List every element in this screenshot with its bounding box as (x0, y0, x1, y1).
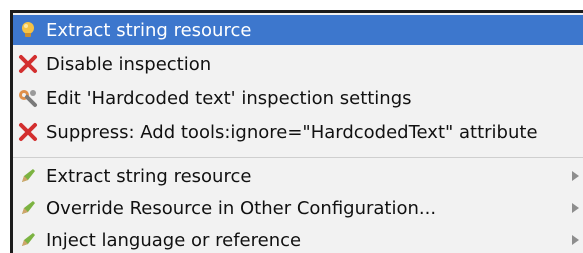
menu-item-suppress-tools-ignore[interactable]: Suppress: Add tools:ignore="HardcodedTex… (13, 117, 583, 147)
pencil-icon (18, 230, 38, 250)
menu-item-label: Extract string resource (46, 19, 252, 41)
menu-item-label: Inject language or reference (46, 229, 302, 251)
context-menu: Extract string resource Disable inspecti… (10, 10, 583, 253)
submenu-arrow-icon (572, 235, 579, 245)
menu-item-label: Disable inspection (46, 53, 212, 75)
menu-item-extract-string-resource-submenu[interactable]: Extract string resource (13, 161, 583, 191)
menu-item-edit-inspection-settings[interactable]: Edit 'Hardcoded text' inspection setting… (13, 83, 583, 113)
submenu-arrow-icon (572, 203, 579, 213)
menu-item-override-resource[interactable]: Override Resource in Other Configuration… (13, 193, 583, 223)
menu-item-label: Edit 'Hardcoded text' inspection setting… (46, 87, 412, 109)
pencil-icon (18, 166, 38, 186)
menu-item-disable-inspection[interactable]: Disable inspection (13, 49, 583, 79)
lightbulb-icon (18, 20, 38, 40)
menu-item-extract-string-resource-intention[interactable]: Extract string resource (13, 15, 583, 45)
menu-item-label: Override Resource in Other Configuration… (46, 197, 437, 219)
wrench-gear-icon (18, 88, 38, 108)
menu-separator (13, 157, 583, 158)
pencil-icon (18, 198, 38, 218)
menu-item-inject-language[interactable]: Inject language or reference (13, 225, 583, 253)
menu-item-label: Suppress: Add tools:ignore="HardcodedTex… (46, 121, 538, 143)
submenu-arrow-icon (572, 171, 579, 181)
red-x-icon (18, 122, 38, 142)
menu-item-label: Extract string resource (46, 165, 252, 187)
red-x-icon (18, 54, 38, 74)
